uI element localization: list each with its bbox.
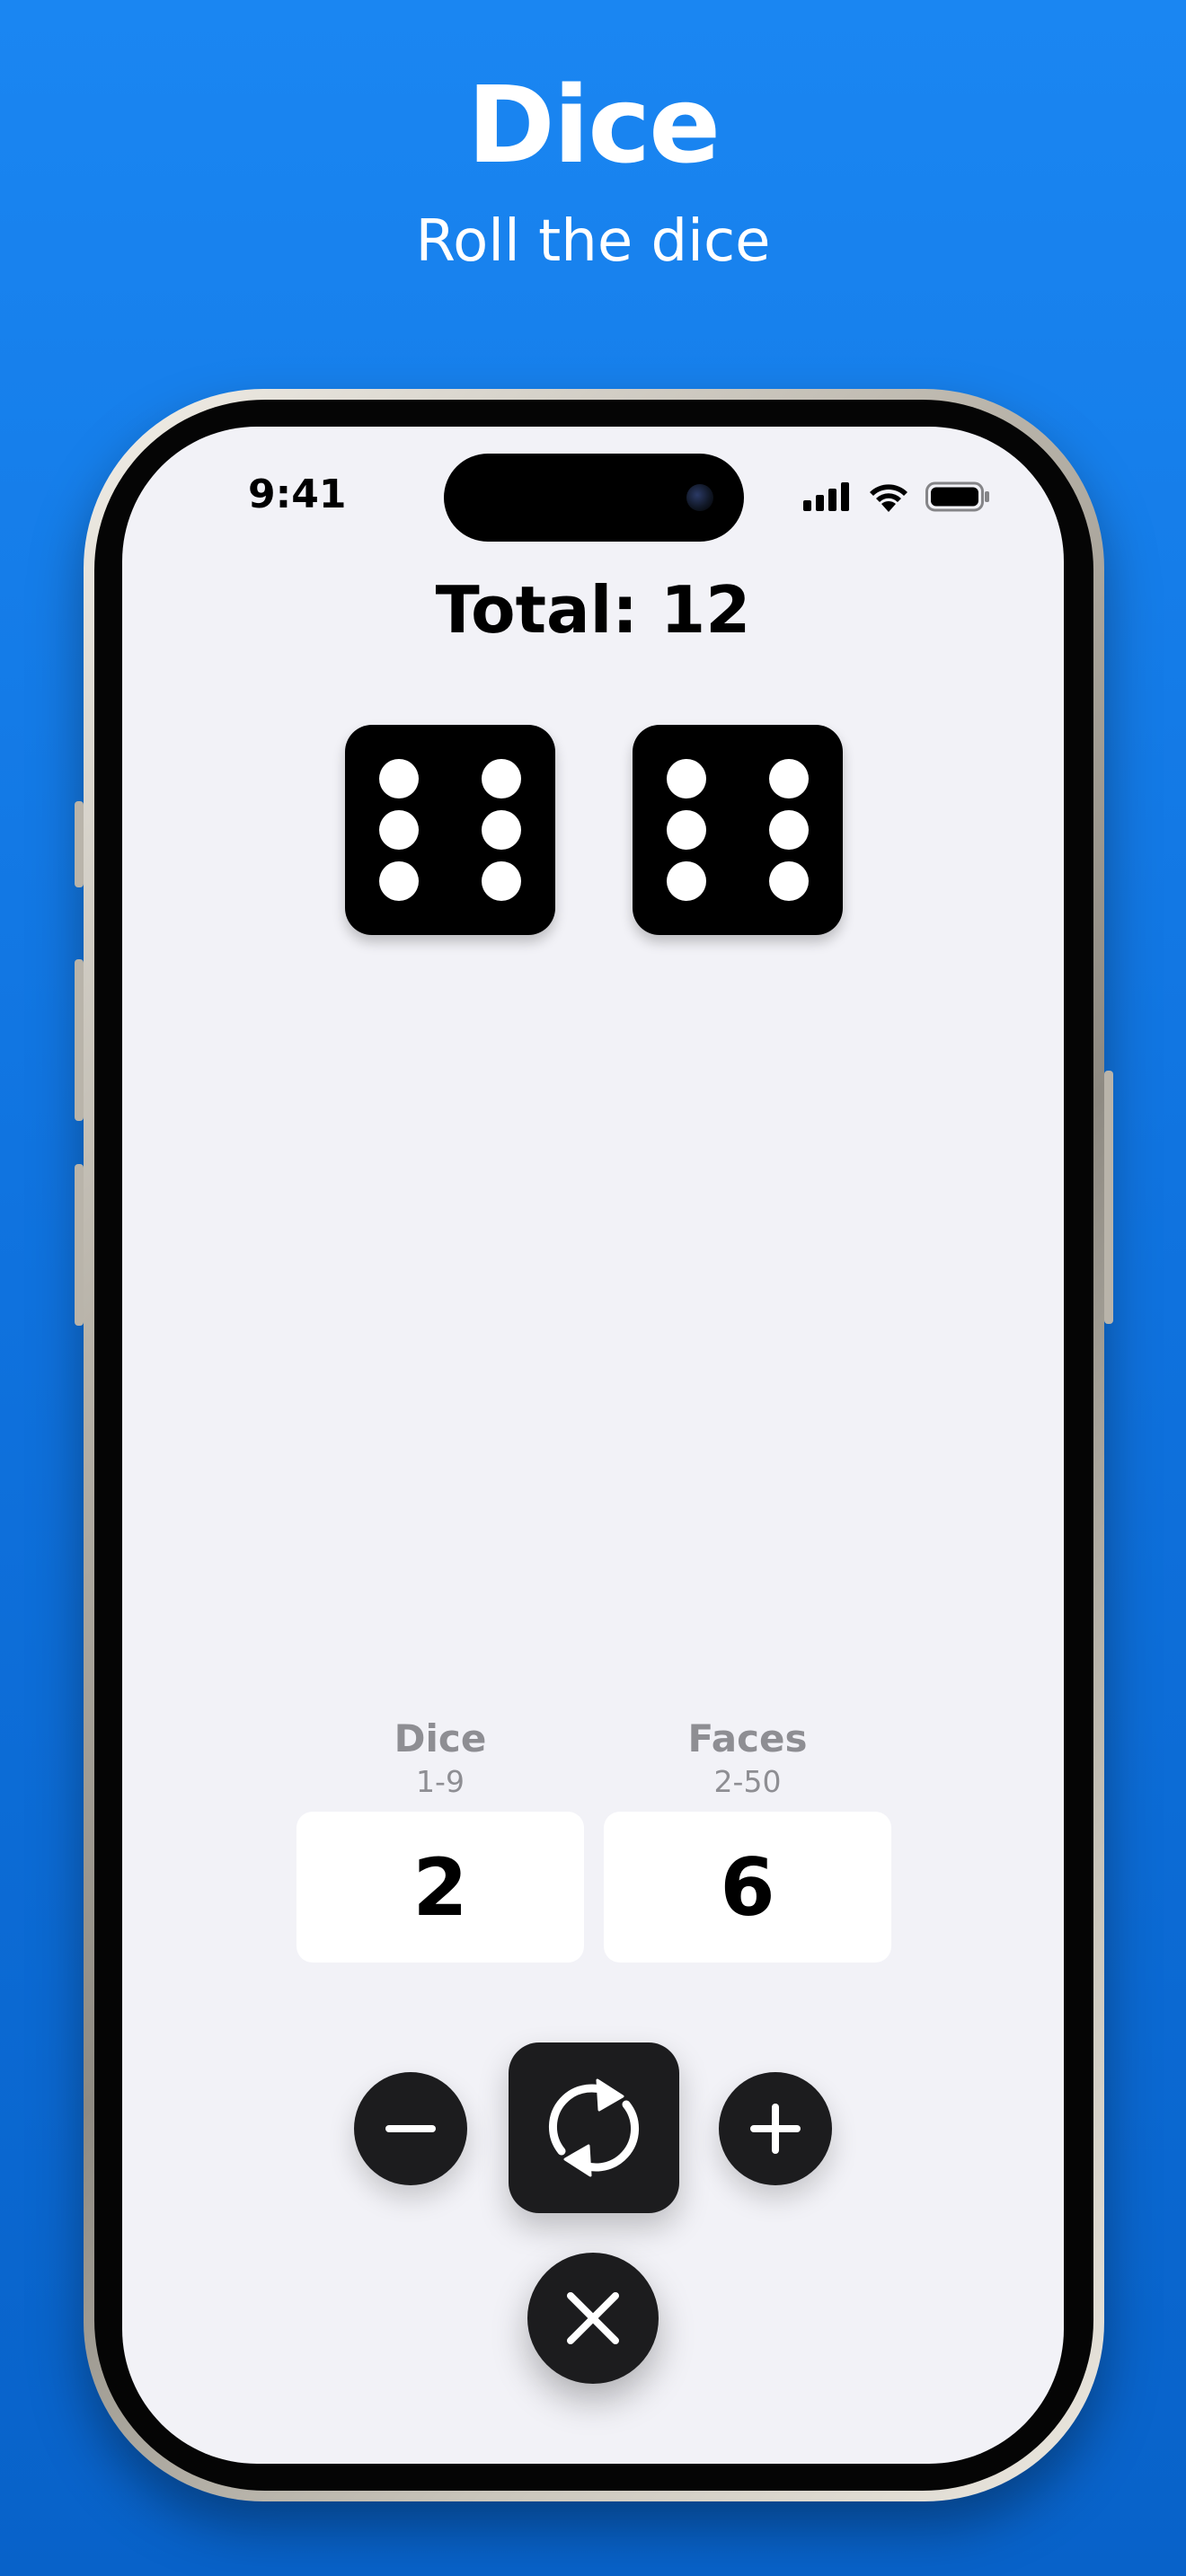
cellular-signal-icon [803, 482, 849, 511]
dice-count-label: Dice [394, 1716, 487, 1760]
dice-count-field[interactable]: 2 [296, 1812, 584, 1963]
total-label: Total: 12 [435, 572, 751, 648]
decrement-button[interactable] [354, 2072, 467, 2185]
phone-screen: 9:41 Total: 12 Dice 1-9 2 Faces 2-50 6 [122, 427, 1064, 2464]
die-pip [667, 861, 706, 901]
dice-count-range: 1-9 [416, 1764, 465, 1799]
action-button [75, 801, 84, 887]
die-pip [769, 810, 809, 850]
die-pip [482, 861, 521, 901]
battery-icon [925, 481, 989, 512]
die-pip [482, 759, 521, 798]
front-camera-icon [686, 484, 713, 511]
die-pip [667, 759, 706, 798]
faces-range: 2-50 [713, 1764, 782, 1799]
die-pip [379, 861, 419, 901]
refresh-icon [549, 2078, 639, 2177]
power-button [1104, 1071, 1113, 1324]
die-pip [769, 759, 809, 798]
faces-label: Faces [687, 1716, 808, 1760]
roll-button[interactable] [509, 2042, 679, 2213]
minus-icon [385, 2125, 436, 2132]
dynamic-island [444, 454, 744, 542]
die-pip [379, 759, 419, 798]
increment-button[interactable] [719, 2072, 832, 2185]
die-pip [667, 810, 706, 850]
die-2[interactable] [633, 725, 843, 935]
wifi-icon [870, 484, 907, 512]
promo-subtitle: Roll the dice [415, 208, 771, 275]
promo-title: Dice [466, 63, 721, 187]
close-button[interactable] [527, 2253, 659, 2384]
volume-up-button [75, 959, 84, 1121]
die-pip [482, 810, 521, 850]
status-time: 9:41 [248, 472, 347, 517]
die-1[interactable] [345, 725, 555, 935]
close-icon [567, 2292, 619, 2344]
volume-down-button [75, 1164, 84, 1326]
die-pip [379, 810, 419, 850]
status-icons [803, 479, 990, 515]
faces-field[interactable]: 6 [604, 1812, 891, 1963]
plus-icon [750, 2104, 801, 2154]
die-pip [769, 861, 809, 901]
